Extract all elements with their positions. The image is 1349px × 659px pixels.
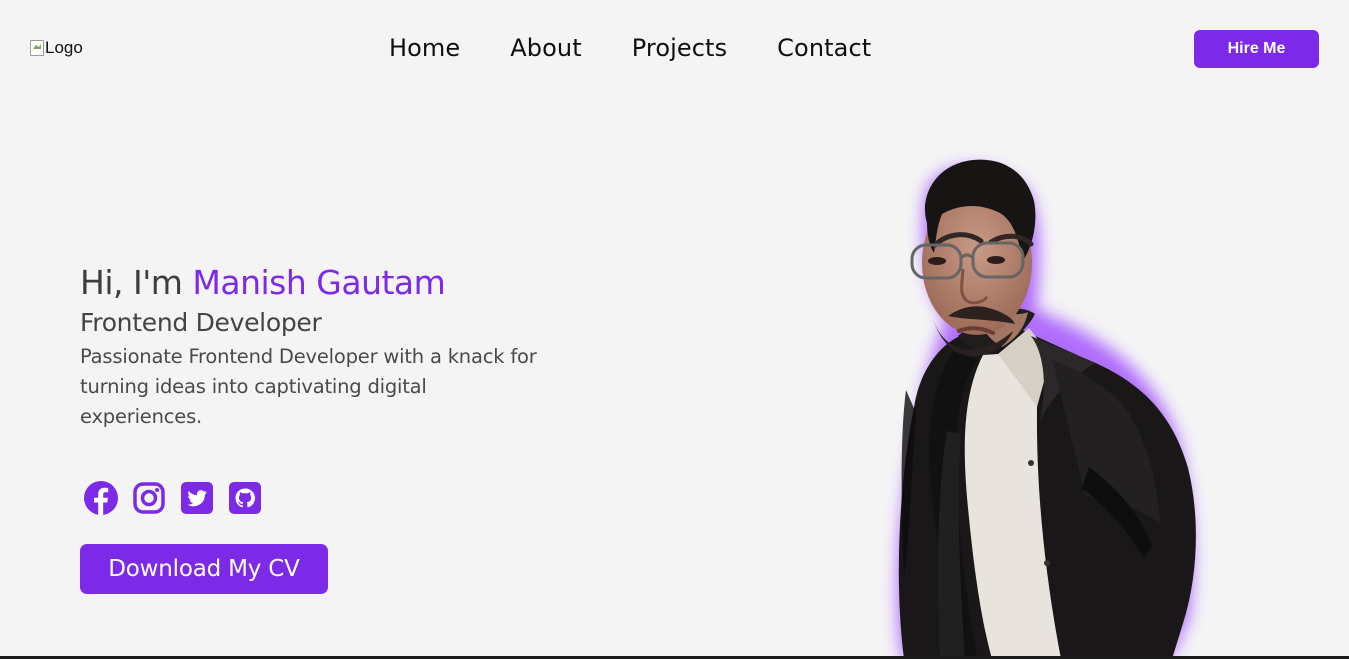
hero-role: Frontend Developer [80, 308, 322, 337]
greeting-prefix: Hi, I'm [80, 263, 193, 302]
logo-alt-text: Logo [45, 38, 83, 57]
facebook-link[interactable] [84, 481, 118, 517]
broken-image-icon [30, 40, 44, 56]
facebook-icon [84, 481, 118, 515]
hire-me-button[interactable]: Hire Me [1194, 30, 1319, 68]
twitter-link[interactable] [180, 481, 214, 517]
logo[interactable]: Logo [30, 38, 83, 58]
nav-projects[interactable]: Projects [632, 31, 727, 65]
hero-name: Manish Gautam [192, 263, 446, 302]
download-cv-button[interactable]: Download My CV [80, 544, 328, 594]
social-links [84, 481, 262, 517]
top-navigation: Logo Home About Projects Contact Hire Me [0, 0, 1349, 98]
hero-intro: Hi, I'm Manish Gautam Frontend Developer… [80, 262, 550, 432]
nav-home[interactable]: Home [389, 31, 460, 65]
main-nav: Home About Projects Contact [389, 31, 871, 65]
instagram-link[interactable] [132, 481, 166, 517]
nav-contact[interactable]: Contact [777, 31, 871, 65]
profile-photo [897, 159, 1196, 659]
hero-greeting: Hi, I'm Manish Gautam [80, 262, 550, 304]
portfolio-page: Logo Home About Projects Contact Hire Me… [0, 0, 1349, 659]
twitter-icon [181, 482, 213, 514]
hero-description: Passionate Frontend Developer with a kna… [80, 345, 537, 428]
github-icon [229, 482, 261, 514]
instagram-icon [133, 482, 165, 514]
nav-about[interactable]: About [510, 31, 581, 65]
github-link[interactable] [228, 481, 262, 517]
